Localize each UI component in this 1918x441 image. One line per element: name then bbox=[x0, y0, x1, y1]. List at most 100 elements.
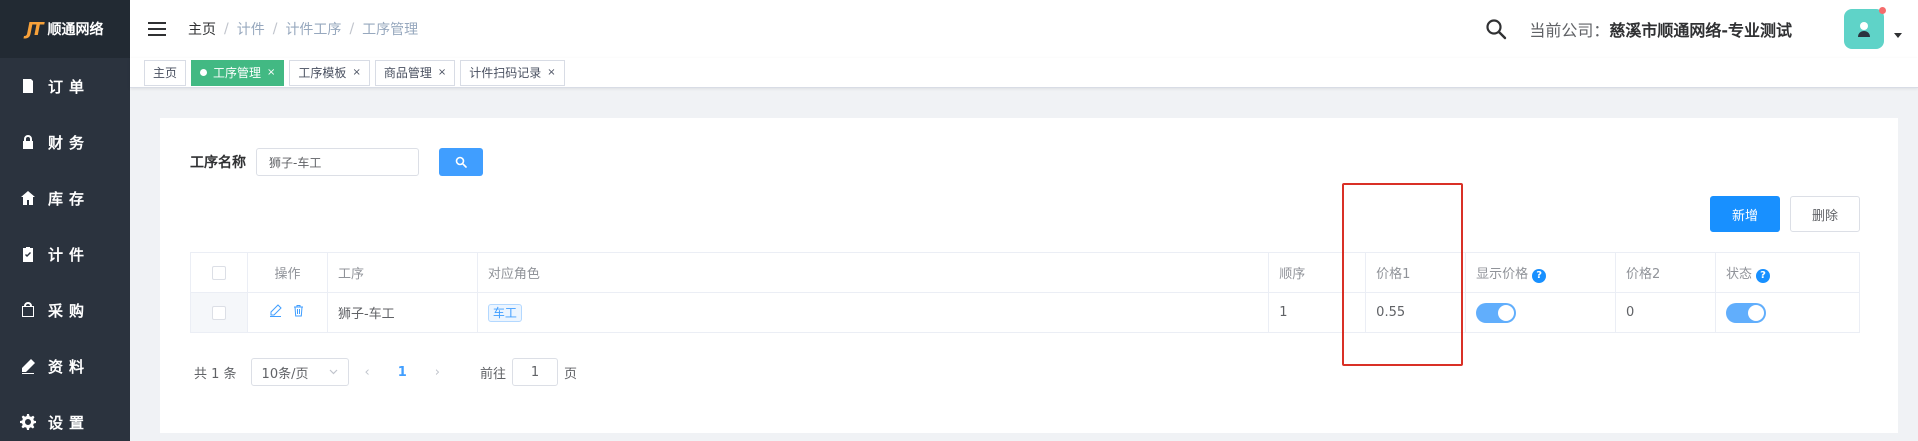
logo-text: 顺通网络 bbox=[47, 22, 104, 38]
pagination-total: 共 1 条 bbox=[194, 366, 237, 382]
gear-icon bbox=[20, 414, 36, 430]
sidebar-item-label: 库存 bbox=[48, 189, 91, 208]
next-page-icon[interactable]: › bbox=[435, 365, 440, 380]
column-header: 工序 bbox=[326, 252, 478, 293]
column-header: 对应角色 bbox=[476, 252, 1270, 293]
current-company: 当前公司：慈溪市顺通网络-专业测试 bbox=[1529, 17, 1792, 41]
bag-icon bbox=[22, 302, 34, 317]
tab-label: 商品管理 bbox=[383, 66, 432, 80]
tab-home[interactable]: 主页 bbox=[144, 59, 187, 86]
home-icon bbox=[21, 191, 35, 205]
goto-label: 前往 bbox=[480, 366, 507, 382]
breadcrumb-item: 计件 bbox=[236, 22, 265, 38]
process-cell: 狮子-车工 bbox=[326, 292, 478, 333]
tab-label: 主页 bbox=[153, 66, 178, 80]
chevron-down-icon bbox=[329, 369, 337, 375]
tab-label: 工序管理 bbox=[213, 66, 262, 80]
logo-mark: JT bbox=[26, 18, 44, 40]
tab-label: 工序模板 bbox=[298, 66, 347, 80]
column-header: 价格2 bbox=[1615, 252, 1716, 293]
tab-scan-records[interactable]: 计件扫码记录 × bbox=[460, 59, 565, 86]
process-name-input[interactable] bbox=[256, 148, 419, 176]
select-all-cell bbox=[190, 252, 248, 293]
delete-button[interactable]: 删除 bbox=[1790, 196, 1860, 232]
sidebar-item-piecework[interactable]: 计件 bbox=[0, 226, 130, 282]
sidebar-item-finance[interactable]: 财务 bbox=[0, 114, 130, 170]
search-icon[interactable] bbox=[1485, 18, 1507, 40]
sidebar-item-label: 订单 bbox=[48, 77, 91, 96]
row-select-cell bbox=[190, 292, 248, 333]
help-icon[interactable]: ? bbox=[1532, 268, 1547, 283]
breadcrumb-separator: / bbox=[349, 21, 355, 37]
show-price-switch[interactable] bbox=[1476, 302, 1517, 323]
close-icon[interactable]: × bbox=[547, 67, 555, 78]
role-tag: 车工 bbox=[487, 303, 522, 322]
status-switch[interactable] bbox=[1725, 302, 1766, 323]
column-header-label: 状态 bbox=[1725, 266, 1752, 282]
breadcrumb: 主页 / 计件 / 计件工序 / 工序管理 bbox=[188, 19, 418, 39]
sidebar: JT 顺通网络 订单 财务 库存 计件 采购 资料 设置 bbox=[0, 0, 130, 441]
pen-icon bbox=[22, 359, 35, 374]
search-button[interactable] bbox=[439, 148, 483, 176]
highlight-box bbox=[1342, 183, 1463, 366]
breadcrumb-item: 计件工序 bbox=[285, 22, 342, 38]
process-table: 操作 工序 对应角色 顺序 价格1 显示价格? 价格2 状态? 狮子-车工 车工… bbox=[190, 252, 1861, 333]
filter-form: 工序名称 bbox=[190, 148, 483, 176]
breadcrumb-separator: / bbox=[224, 21, 229, 37]
prev-page-icon[interactable]: ‹ bbox=[365, 365, 370, 380]
sidebar-item-settings[interactable]: 设置 bbox=[0, 394, 130, 441]
page-suffix: 页 bbox=[564, 366, 578, 382]
help-icon[interactable]: ? bbox=[1756, 268, 1770, 283]
menu-toggle-icon[interactable] bbox=[148, 22, 166, 36]
tags-view: 主页 工序管理 × 工序模板 × 商品管理 × 计件扫码记录 × bbox=[130, 58, 1918, 88]
column-header-with-help: 显示价格? bbox=[1465, 252, 1617, 293]
sidebar-item-label: 计件 bbox=[48, 245, 91, 264]
add-button[interactable]: 新增 bbox=[1710, 196, 1780, 232]
select-all-checkbox[interactable] bbox=[211, 265, 226, 280]
close-icon[interactable]: × bbox=[267, 67, 275, 78]
user-avatar-icon bbox=[1858, 22, 1870, 37]
breadcrumb-item: 工序管理 bbox=[362, 22, 419, 38]
caret-down-icon[interactable] bbox=[1894, 32, 1902, 38]
table-row: 狮子-车工 车工 1 0.55 0 bbox=[190, 292, 1861, 333]
sidebar-item-purchase[interactable]: 采购 bbox=[0, 282, 130, 338]
logo: JT 顺通网络 bbox=[0, 0, 130, 58]
price2-cell: 0 bbox=[1615, 292, 1716, 333]
sidebar-item-order[interactable]: 订单 bbox=[0, 58, 130, 114]
close-icon[interactable]: × bbox=[438, 67, 446, 78]
row-checkbox[interactable] bbox=[211, 305, 226, 320]
role-cell: 车工 bbox=[476, 292, 1270, 333]
top-header: 主页 / 计件 / 计件工序 / 工序管理 当前公司：慈溪市顺通网络-专业测试 bbox=[130, 0, 1918, 58]
sidebar-item-label: 采购 bbox=[48, 301, 91, 320]
show-price-cell bbox=[1465, 292, 1617, 333]
company-name: 慈溪市顺通网络-专业测试 bbox=[1609, 21, 1792, 40]
current-page[interactable]: 1 bbox=[398, 365, 407, 380]
breadcrumb-item[interactable]: 主页 bbox=[188, 19, 216, 39]
sidebar-item-inventory[interactable]: 库存 bbox=[0, 170, 130, 226]
sidebar-item-label: 设置 bbox=[48, 413, 91, 432]
page-size-select[interactable]: 10条/页 bbox=[250, 358, 349, 386]
goto-page-input[interactable] bbox=[512, 358, 559, 386]
delete-icon[interactable] bbox=[292, 304, 305, 317]
page-size-value: 10条/页 bbox=[261, 366, 309, 382]
column-header-with-help: 状态? bbox=[1714, 252, 1861, 293]
active-dot-icon bbox=[200, 69, 208, 76]
column-header-label: 显示价格 bbox=[1476, 266, 1529, 282]
company-label: 当前公司： bbox=[1529, 21, 1610, 40]
pagination: 共 1 条 10条/页 ‹ 1 › 前往 页 bbox=[194, 358, 577, 386]
process-name-label: 工序名称 bbox=[190, 155, 246, 171]
tab-process-template[interactable]: 工序模板 × bbox=[289, 59, 370, 86]
tab-process-management[interactable]: 工序管理 × bbox=[191, 59, 285, 86]
edit-icon[interactable] bbox=[269, 304, 283, 317]
tab-goods-management[interactable]: 商品管理 × bbox=[374, 59, 456, 86]
clipboard-check-icon bbox=[23, 247, 33, 262]
close-icon[interactable]: × bbox=[352, 67, 360, 78]
sidebar-item-data[interactable]: 资料 bbox=[0, 338, 130, 394]
status-cell bbox=[1714, 292, 1861, 333]
header-right: 当前公司：慈溪市顺通网络-专业测试 bbox=[1485, 0, 1918, 58]
tab-label: 计件扫码记录 bbox=[469, 66, 542, 80]
avatar[interactable] bbox=[1844, 7, 1886, 49]
column-header: 操作 bbox=[246, 252, 328, 293]
search-icon bbox=[455, 156, 467, 168]
sidebar-item-label: 资料 bbox=[48, 357, 91, 376]
